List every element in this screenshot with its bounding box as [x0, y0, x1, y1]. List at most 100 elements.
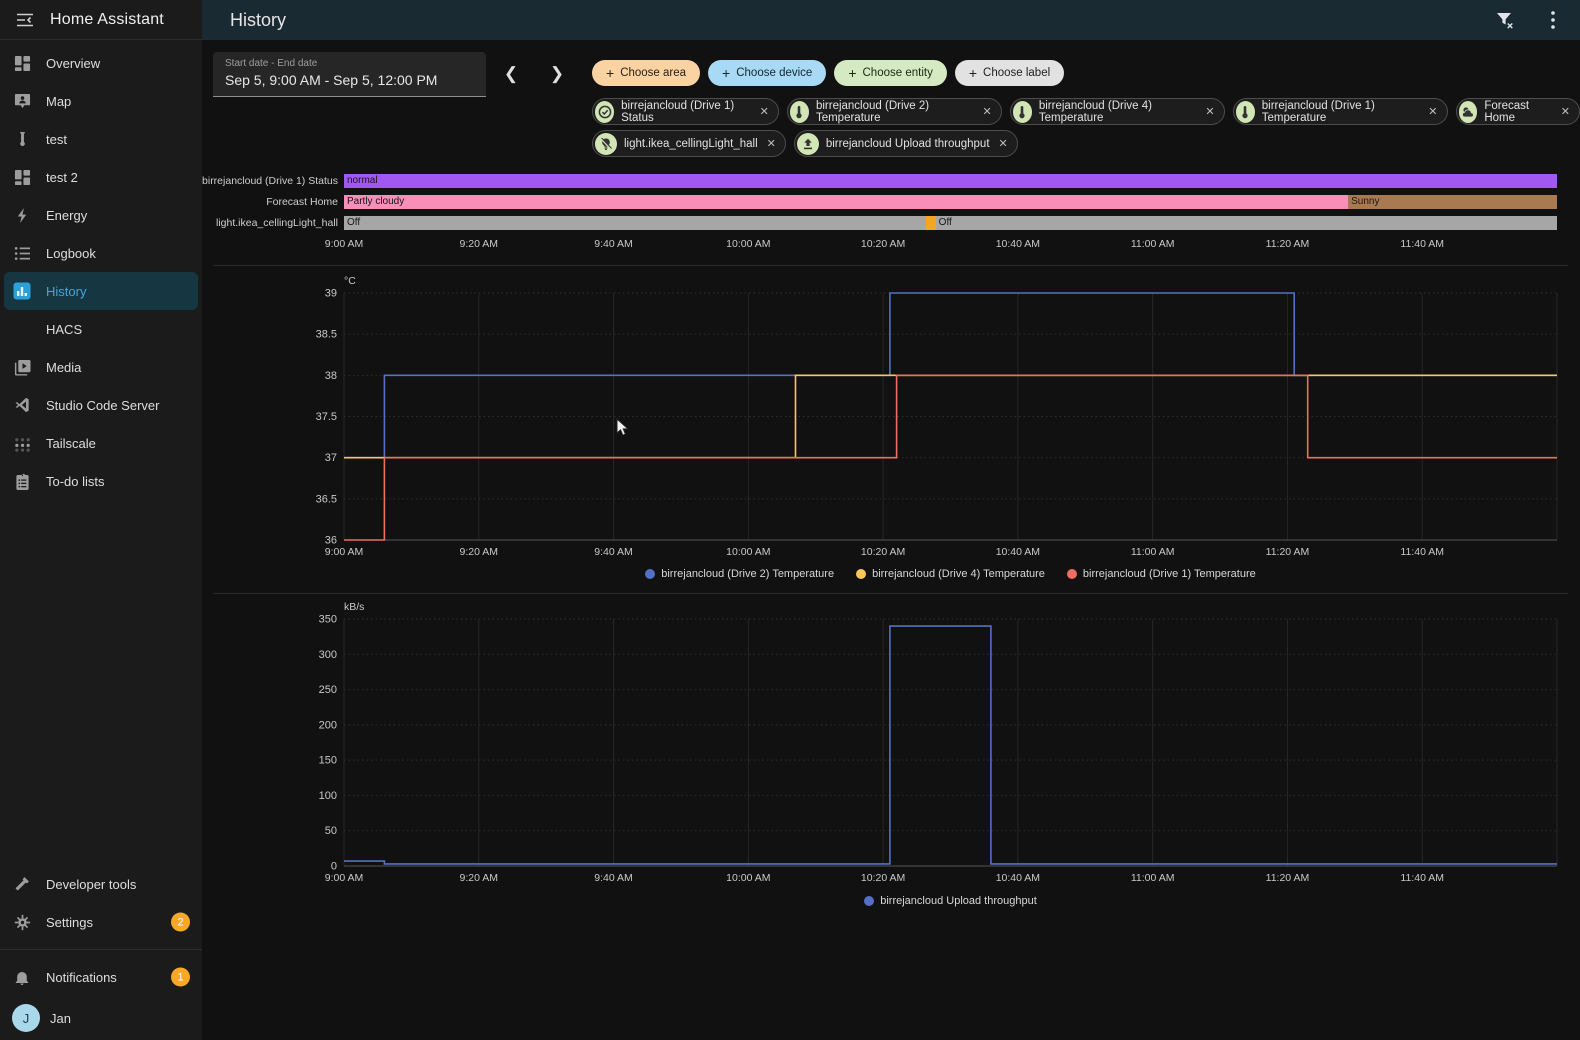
timeline-segment[interactable]: normal — [344, 174, 1557, 188]
chip-label: birrejancloud Upload throughput — [825, 137, 990, 150]
user-name: Jan — [50, 1010, 71, 1026]
y-axis-tick-label: 100 — [319, 790, 337, 802]
close-icon[interactable]: ✕ — [760, 105, 769, 118]
x-axis-tick-label: 10:00 AM — [726, 546, 770, 558]
x-axis-tick-label: 10:40 AM — [996, 546, 1040, 558]
view-dashboard-icon — [12, 53, 32, 73]
close-icon[interactable]: ✕ — [999, 137, 1008, 150]
plus-icon: + — [968, 65, 978, 81]
next-period-button[interactable]: ❯ — [545, 62, 569, 86]
legend-item-drive2-temperature[interactable]: birrejancloud (Drive 2) Temperature — [645, 568, 834, 580]
sidebar-item-overview[interactable]: Overview — [0, 44, 202, 82]
y-axis-tick-label: 36.5 — [316, 493, 337, 505]
legend-item-drive4-temperature[interactable]: birrejancloud (Drive 4) Temperature — [856, 568, 1045, 580]
blank-icon — [12, 319, 32, 339]
app-title: Home Assistant — [50, 10, 164, 28]
timeline-axis-tick: 9:00 AM — [324, 238, 364, 250]
sidebar-header: Home Assistant — [0, 0, 202, 40]
y-axis-tick-label: 36 — [325, 535, 337, 547]
kebab-menu-icon[interactable] — [1542, 9, 1564, 31]
sidebar-item-tailscale[interactable]: Tailscale — [0, 424, 202, 462]
close-icon[interactable]: ✕ — [767, 137, 776, 150]
choose-area-chip[interactable]: + Choose area — [592, 60, 701, 86]
y-axis-tick-label: 0 — [331, 861, 337, 873]
entity-chip-upload-throughput[interactable]: birrejancloud Upload throughput ✕ — [793, 130, 1018, 157]
y-axis-tick-label: 39 — [325, 288, 337, 300]
x-axis-tick-label: 9:40 AM — [594, 546, 633, 558]
sidebar-item-label: Energy — [46, 207, 88, 223]
timeline-segment[interactable]: Sunny — [1348, 195, 1557, 209]
entity-chip-drive1-status[interactable]: birrejancloud (Drive 1) Status ✕ — [592, 98, 779, 125]
timeline-row-label: light.ikea_cellingLight_hall — [215, 217, 338, 229]
notifications-badge: 1 — [171, 967, 190, 987]
sidebar-item-label: Settings — [46, 914, 93, 930]
sidebar-item-map[interactable]: Map — [0, 82, 202, 120]
timeline-segment[interactable] — [926, 216, 936, 230]
chip-label: Choose device — [736, 67, 813, 79]
chip-label: Choose area — [620, 67, 687, 79]
sidebar: Home Assistant Overview Map test test 2 … — [0, 0, 202, 1040]
plus-icon: + — [848, 65, 857, 81]
thermometer-icon — [1235, 100, 1255, 123]
choose-device-chip[interactable]: + Choose device — [708, 60, 827, 86]
choose-entity-chip[interactable]: + Choose entity — [834, 60, 947, 86]
sidebar-item-energy[interactable]: Energy — [0, 196, 202, 234]
entity-chip-drive4-temperature[interactable]: birrejancloud (Drive 4) Temperature ✕ — [1009, 98, 1225, 125]
format-list-icon — [12, 243, 32, 263]
y-axis-tick-label: 50 — [325, 825, 337, 837]
sidebar-item-label: Developer tools — [46, 876, 137, 892]
vscode-icon — [12, 395, 32, 415]
sidebar-item-history[interactable]: History — [4, 272, 198, 310]
sidebar-item-media[interactable]: Media — [0, 348, 202, 386]
timeline-segment[interactable]: Off — [935, 216, 1557, 230]
thermometer-icon — [789, 100, 809, 123]
timeline-segment[interactable]: Off — [344, 216, 927, 230]
timeline-segment[interactable]: Partly cloudy — [344, 195, 1349, 209]
x-axis-tick-label: 9:20 AM — [460, 546, 499, 558]
entity-chip-forecast-home[interactable]: Forecast Home ✕ — [1455, 98, 1580, 125]
sidebar-toggle-icon[interactable] — [14, 9, 36, 31]
sidebar-item-test-2[interactable]: test 2 — [0, 158, 202, 196]
date-range-value: Sep 5, 9:00 AM - Sep 5, 12:00 PM — [225, 72, 438, 88]
temperature-chart[interactable]: 36 36.5 37 37.5 38 38.5 39 9:00 AM 9:20 AM 9:40 A… — [202, 270, 1580, 570]
close-icon[interactable]: ✕ — [982, 105, 991, 118]
sidebar-item-label: Overview — [46, 55, 101, 71]
choose-label-chip[interactable]: + Choose label — [954, 60, 1065, 86]
sidebar-item-label: Map — [46, 93, 72, 109]
sidebar-item-hacs[interactable]: HACS — [0, 310, 202, 348]
x-axis-tick-label: 10:20 AM — [861, 872, 905, 884]
date-range-picker[interactable]: Start date - End date Sep 5, 9:00 AM - S… — [213, 52, 486, 97]
close-icon[interactable]: ✕ — [1561, 105, 1570, 118]
entity-chip-drive2-temperature[interactable]: birrejancloud (Drive 2) Temperature ✕ — [786, 98, 1002, 125]
legend-item-drive1-temperature[interactable]: birrejancloud (Drive 1) Temperature — [1066, 568, 1256, 580]
entity-chip-ikea-ceiling-light[interactable]: light.ikea_cellingLight_hall ✕ — [592, 130, 786, 157]
timeline-row-label: birrejancloud (Drive 1) Status — [202, 175, 338, 187]
chip-label: birrejancloud (Drive 1) Temperature — [1261, 99, 1375, 124]
clipboard-list-icon — [12, 471, 32, 491]
bell-icon — [12, 967, 32, 987]
legend-label: birrejancloud Upload throughput — [880, 895, 1037, 907]
map-account-icon — [12, 91, 32, 111]
entity-chip-drive1-temperature[interactable]: birrejancloud (Drive 1) Temperature ✕ — [1232, 98, 1448, 125]
sidebar-item-developer-tools[interactable]: Developer tools — [0, 865, 202, 903]
close-icon[interactable]: ✕ — [1428, 105, 1437, 118]
throughput-chart[interactable]: 0 50 100 150 200 250 300 350 9:00 AM 9:20 AM 9:40 … — [202, 600, 1580, 892]
lightning-bolt-icon — [12, 205, 32, 225]
sidebar-item-notifications[interactable]: Notifications 1 — [0, 958, 202, 996]
section-divider — [214, 265, 1568, 266]
previous-period-button[interactable]: ❮ — [499, 62, 523, 86]
sidebar-item-profile[interactable]: J Jan — [0, 996, 202, 1040]
legend-item-upload-throughput[interactable]: birrejancloud Upload throughput — [864, 895, 1037, 907]
sidebar-item-test[interactable]: test — [0, 120, 202, 158]
sidebar-item-settings[interactable]: Settings 2 — [0, 903, 202, 941]
filter-remove-icon[interactable] — [1494, 9, 1516, 31]
x-axis-tick-label: 10:00 AM — [726, 872, 770, 884]
sidebar-item-todo-lists[interactable]: To-do lists — [0, 462, 202, 500]
close-icon[interactable]: ✕ — [1205, 105, 1214, 118]
sidebar-item-label: test 2 — [46, 169, 78, 185]
main-content: History Start date - End date Sep 5, 9:0… — [202, 0, 1580, 1040]
sidebar-item-studio-code-server[interactable]: Studio Code Server — [0, 386, 202, 424]
sidebar-item-logbook[interactable]: Logbook — [0, 234, 202, 272]
check-circle-icon — [595, 100, 615, 123]
timeline-row-label: Forecast Home — [266, 196, 338, 208]
